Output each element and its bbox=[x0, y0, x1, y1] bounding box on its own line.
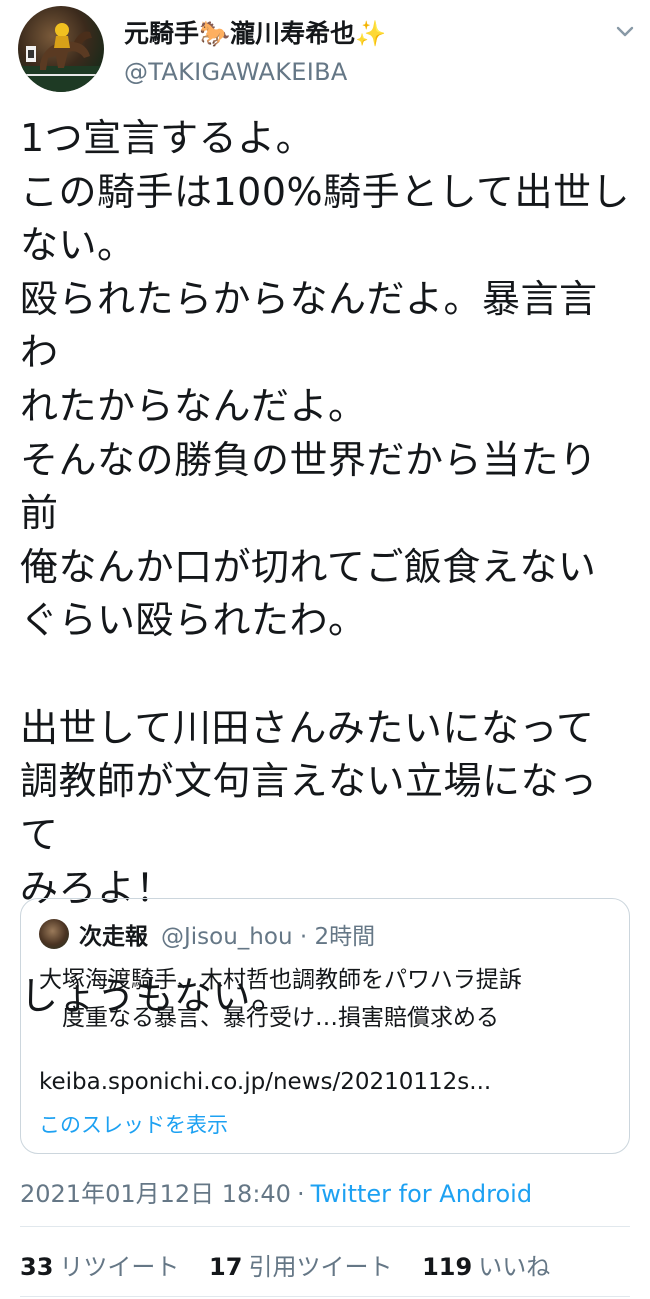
like-count-number: 119 bbox=[422, 1253, 473, 1281]
quoted-avatar bbox=[39, 919, 69, 949]
quoted-author-handle-time: @Jisou_hou · 2時間 bbox=[161, 924, 376, 950]
show-thread-link[interactable]: このスレッドを表示 bbox=[39, 1109, 228, 1139]
avatar-image bbox=[18, 23, 104, 92]
author-display-name[interactable]: 元騎手🐎瀧川寿希也✨ bbox=[124, 14, 386, 50]
tweet-header: 元騎手🐎瀧川寿希也✨ @TAKIGAWAKEIBA bbox=[18, 6, 638, 92]
like-count[interactable]: 119 いいね bbox=[422, 1247, 550, 1282]
divider bbox=[20, 1226, 630, 1227]
retweet-count[interactable]: 33 リツイート bbox=[20, 1247, 179, 1282]
tweet-timestamp[interactable]: 2021年01月12日 18:40 bbox=[20, 1180, 291, 1208]
retweet-count-label: リツイート bbox=[59, 1253, 180, 1281]
author-handle[interactable]: @TAKIGAWAKEIBA bbox=[124, 58, 348, 86]
quoted-author-name: 次走報 bbox=[79, 924, 148, 950]
quoted-tweet-card[interactable]: 次走報 @Jisou_hou · 2時間 大塚海渡騎手、木村哲也調教師をパワハラ… bbox=[20, 898, 630, 1154]
tweet-text: 1つ宣言するよ。 この騎手は100%騎手として出世し ない。 殴られたらからなん… bbox=[20, 116, 630, 1018]
quote-tweet-count[interactable]: 17 引用ツイート bbox=[209, 1247, 392, 1282]
avatar[interactable] bbox=[18, 6, 104, 92]
quote-tweet-count-number: 17 bbox=[209, 1253, 243, 1281]
tweet-meta: 2021年01月12日 18:40 · Twitter for Android bbox=[20, 1174, 532, 1209]
quoted-tweet-link[interactable]: keiba.sponichi.co.jp/news/20210112s... bbox=[39, 1069, 491, 1095]
tweet-page: 元騎手🐎瀧川寿希也✨ @TAKIGAWAKEIBA 1つ宣言するよ。 この騎手は… bbox=[0, 0, 650, 1299]
quote-tweet-count-label: 引用ツイート bbox=[248, 1253, 393, 1281]
tweet-stats: 33 リツイート 17 引用ツイート 119 いいね bbox=[20, 1247, 572, 1282]
retweet-count-number: 33 bbox=[20, 1253, 54, 1281]
like-count-label: いいね bbox=[478, 1253, 551, 1281]
chevron-down-icon[interactable] bbox=[612, 18, 638, 44]
quoted-tweet-text: 大塚海渡騎手、木村哲也調教師をパワハラ提訴 度重なる暴言、暴行受け…損害賠償求め… bbox=[39, 967, 522, 1031]
divider-bottom bbox=[20, 1296, 630, 1297]
meta-separator: · bbox=[296, 1180, 305, 1208]
tweet-source-link[interactable]: Twitter for Android bbox=[311, 1180, 532, 1208]
